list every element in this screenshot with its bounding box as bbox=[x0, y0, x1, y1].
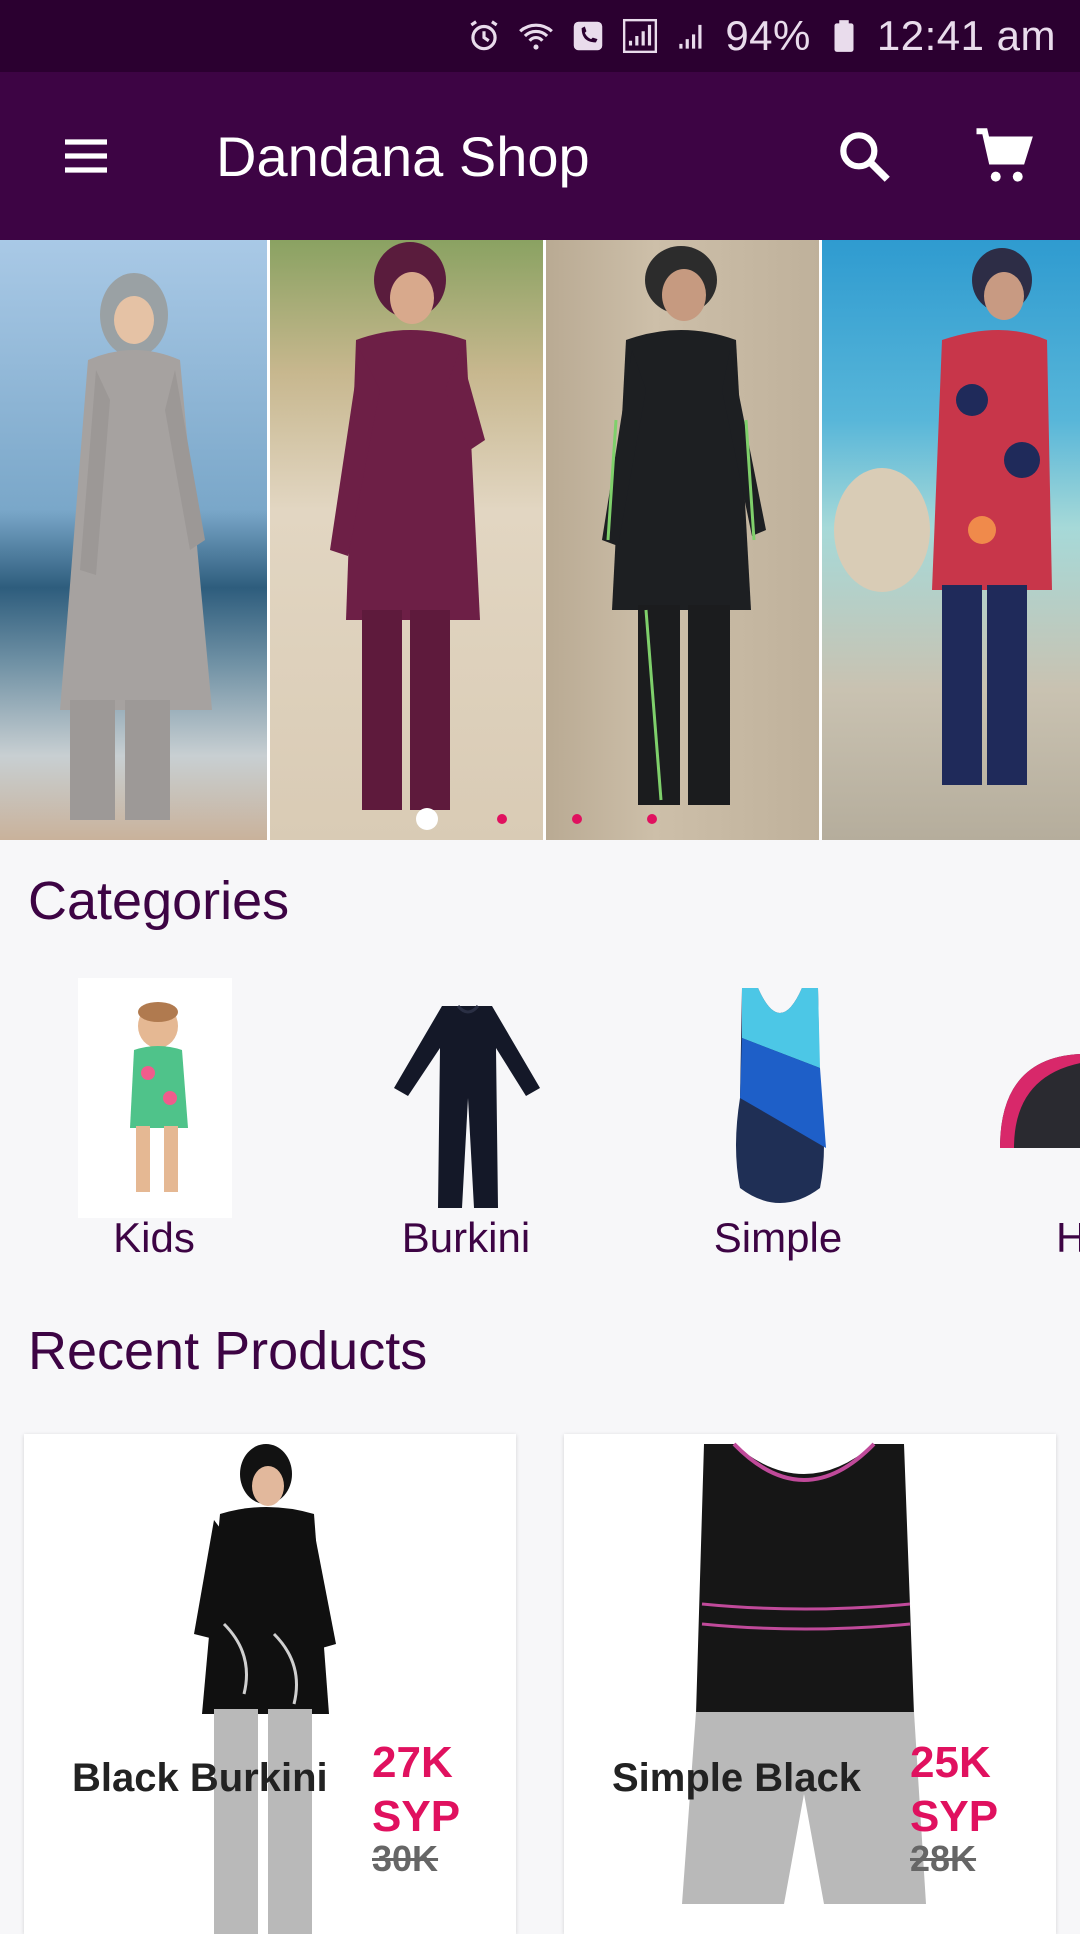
carousel-dot[interactable] bbox=[497, 814, 507, 824]
banner-image-1 bbox=[0, 240, 267, 840]
product-old-price: 30K bbox=[372, 1838, 439, 1879]
wifi-calling-icon bbox=[517, 17, 555, 55]
category-label: Simple bbox=[713, 1214, 843, 1261]
product-image bbox=[194, 1444, 336, 1934]
banner-image-2 bbox=[270, 240, 543, 840]
category-kids[interactable]: Kids bbox=[34, 960, 274, 1280]
categories-heading: Categories bbox=[28, 871, 290, 931]
cart-icon bbox=[976, 128, 1033, 182]
product-name: Simple Black bbox=[612, 1756, 862, 1800]
product-old-price: 28K bbox=[910, 1838, 977, 1879]
category-simple-image bbox=[702, 978, 856, 1218]
menu-button[interactable] bbox=[50, 120, 122, 192]
search-icon bbox=[840, 132, 890, 182]
promo-banner[interactable] bbox=[0, 240, 1080, 840]
status-bar: 94% 12:41 am bbox=[0, 0, 1080, 72]
menu-icon bbox=[65, 139, 107, 173]
category-simple[interactable]: Simple bbox=[658, 960, 898, 1280]
carousel-dot[interactable] bbox=[647, 814, 657, 824]
app-title: Dandana Shop bbox=[216, 125, 590, 188]
signal-2-icon bbox=[673, 17, 711, 55]
battery-icon bbox=[825, 17, 863, 55]
phone-icon bbox=[569, 17, 607, 55]
carousel-indicator bbox=[0, 808, 1080, 830]
category-burkini[interactable]: Burkini bbox=[346, 960, 586, 1280]
signal-icon bbox=[621, 17, 659, 55]
battery-percent: 94% bbox=[725, 12, 811, 59]
app-bar: Dandana Shop bbox=[0, 72, 1080, 240]
product-price: 25K SYP bbox=[910, 1738, 999, 1841]
search-button[interactable] bbox=[826, 118, 902, 194]
product-image bbox=[682, 1442, 926, 1904]
carousel-dot[interactable] bbox=[572, 814, 582, 824]
clock: 12:41 am bbox=[876, 12, 1056, 59]
category-kids-image bbox=[78, 978, 232, 1218]
category-label: Kids bbox=[113, 1214, 195, 1261]
category-burkini-image bbox=[390, 978, 544, 1218]
recent-products-heading: Recent Products bbox=[28, 1321, 428, 1381]
categories-list: Kids Burkini Simple H bbox=[0, 960, 1080, 1280]
category-hats-image bbox=[1000, 978, 1080, 1218]
product-name: Black Burkini bbox=[72, 1756, 328, 1800]
cart-button[interactable] bbox=[966, 118, 1042, 194]
category-label: H bbox=[1056, 1214, 1080, 1261]
category-hats[interactable]: H bbox=[970, 960, 1080, 1280]
banner-image-3 bbox=[546, 240, 819, 840]
carousel-dot-active[interactable] bbox=[416, 808, 438, 830]
alarm-icon bbox=[465, 17, 503, 55]
category-label: Burkini bbox=[401, 1214, 531, 1261]
banner-image-4 bbox=[822, 240, 1080, 840]
product-price: 27K SYP bbox=[372, 1738, 461, 1841]
product-card[interactable]: Black Burkini 27K SYP 30K bbox=[24, 1434, 516, 1934]
product-card[interactable]: Simple Black 25K SYP 28K bbox=[564, 1434, 1056, 1934]
